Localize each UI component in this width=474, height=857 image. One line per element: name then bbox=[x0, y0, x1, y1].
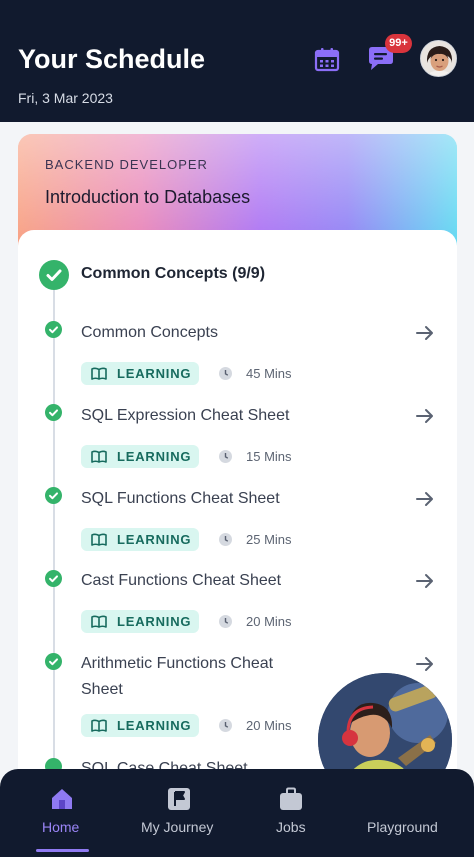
item-title[interactable]: SQL Functions Cheat Sheet bbox=[81, 486, 331, 512]
tag-label: LEARNING bbox=[117, 366, 192, 381]
tag-label: LEARNING bbox=[117, 614, 192, 629]
course-track: BACKEND DEVELOPER bbox=[45, 157, 208, 172]
item-complete-icon bbox=[45, 570, 62, 587]
course-name: Introduction to Databases bbox=[45, 187, 251, 207]
clock-icon bbox=[219, 533, 232, 546]
item-complete-icon bbox=[45, 404, 62, 421]
item-duration: 45 Mins bbox=[246, 366, 292, 381]
item-complete-icon bbox=[45, 653, 62, 670]
item-complete-icon bbox=[45, 487, 62, 504]
item-title[interactable]: Arithmetic Functions Cheat Sheet bbox=[81, 651, 311, 703]
clock-icon bbox=[219, 615, 232, 628]
item-complete-icon bbox=[45, 321, 62, 338]
arrow-right-icon[interactable] bbox=[413, 487, 437, 511]
clock-icon bbox=[219, 719, 232, 732]
nav-playground[interactable]: Playground bbox=[367, 819, 438, 835]
progress-timeline bbox=[53, 290, 55, 780]
app-header: Your Schedule Fri, 3 Mar 2023 bbox=[0, 0, 474, 130]
tag-label: LEARNING bbox=[117, 718, 192, 733]
journey-flag-icon[interactable] bbox=[167, 787, 191, 811]
item-duration: 20 Mins bbox=[246, 614, 292, 629]
tag-label: LEARNING bbox=[117, 449, 192, 464]
book-icon bbox=[91, 450, 107, 463]
bottom-navigation bbox=[0, 769, 474, 857]
learning-tag: LEARNING bbox=[81, 610, 199, 633]
nav-jobs[interactable]: Jobs bbox=[276, 819, 306, 835]
section-title[interactable]: Common Concepts (9/9) bbox=[81, 265, 265, 283]
section-complete-icon bbox=[39, 260, 69, 290]
arrow-right-icon[interactable] bbox=[413, 321, 437, 345]
item-title[interactable]: Cast Functions Cheat Sheet bbox=[81, 568, 331, 594]
arrow-right-icon[interactable] bbox=[413, 404, 437, 428]
book-icon bbox=[91, 615, 107, 628]
user-avatar[interactable] bbox=[420, 40, 457, 77]
active-tab-indicator bbox=[36, 849, 89, 852]
home-icon[interactable] bbox=[50, 787, 74, 811]
nav-my-journey[interactable]: My Journey bbox=[141, 819, 213, 835]
briefcase-icon[interactable] bbox=[279, 787, 303, 811]
arrow-right-icon[interactable] bbox=[413, 569, 437, 593]
tag-label: LEARNING bbox=[117, 532, 192, 547]
item-title[interactable]: Common Concepts bbox=[81, 320, 331, 346]
learning-tag: LEARNING bbox=[81, 714, 199, 737]
nav-home[interactable]: Home bbox=[42, 819, 79, 835]
calendar-icon[interactable] bbox=[314, 47, 340, 73]
learning-tag: LEARNING bbox=[81, 528, 199, 551]
clock-icon bbox=[219, 450, 232, 463]
item-duration: 20 Mins bbox=[246, 718, 292, 733]
learning-tag: LEARNING bbox=[81, 445, 199, 468]
clock-icon bbox=[219, 367, 232, 380]
item-duration: 25 Mins bbox=[246, 532, 292, 547]
item-duration: 15 Mins bbox=[246, 449, 292, 464]
book-icon bbox=[91, 719, 107, 732]
item-title[interactable]: SQL Expression Cheat Sheet bbox=[81, 403, 331, 429]
learning-tag: LEARNING bbox=[81, 362, 199, 385]
notification-badge: 99+ bbox=[385, 34, 412, 53]
schedule-date: Fri, 3 Mar 2023 bbox=[18, 90, 113, 106]
book-icon bbox=[91, 367, 107, 380]
arrow-right-icon[interactable] bbox=[413, 652, 437, 676]
page-title: Your Schedule bbox=[18, 44, 206, 74]
book-icon bbox=[91, 533, 107, 546]
